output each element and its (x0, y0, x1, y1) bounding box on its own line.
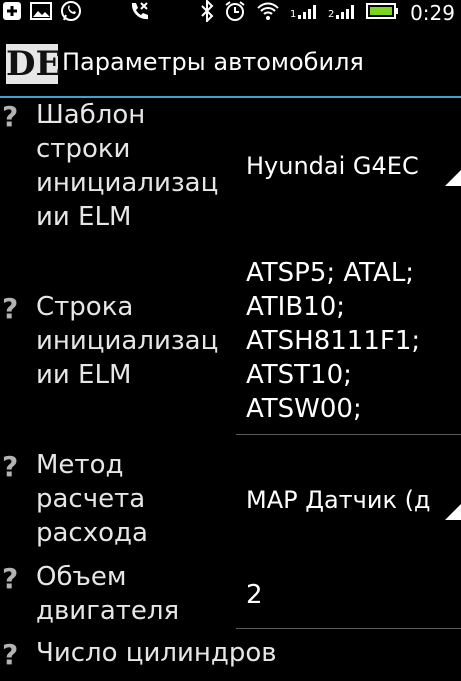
setting-label-engine-volume: Объем двигателя (36, 560, 241, 628)
label-line: Строка (36, 292, 134, 322)
page-title: Параметры автомобиля (62, 48, 364, 76)
setting-row-calc-method: ? Метод расчета расхода МАР Датчик (да (0, 448, 461, 558)
setting-row-engine-volume: ? Объем двигателя 2 (0, 560, 461, 632)
setting-label-calc-method: Метод расчета расхода (36, 448, 241, 550)
phone-icon (128, 0, 150, 26)
label-line: расчета (36, 484, 146, 514)
help-icon[interactable]: ? (2, 562, 26, 595)
setting-label-cylinders: Число цилиндров (36, 636, 456, 670)
plus-icon (2, 1, 22, 25)
help-icon[interactable]: ? (2, 450, 26, 483)
clock: 0:29 (410, 1, 455, 25)
status-bar: 1 2 0:29 (0, 0, 461, 26)
label-line: Шаблон (36, 100, 146, 130)
label-line: инициализац (36, 326, 219, 356)
init-string-input[interactable]: ATSP5; ATAL; ATIB10; ATSH8111F1; ATST10;… (246, 256, 420, 426)
label-line: расхода (36, 518, 148, 548)
app-logo[interactable]: DE (6, 44, 61, 84)
status-bar-right: 1 2 0:29 (200, 0, 455, 26)
action-bar: DE Параметры автомобиля (0, 32, 461, 96)
input-underline (236, 628, 461, 629)
image-icon (30, 1, 52, 25)
label-line: ии ELM (36, 360, 132, 390)
label-line: инициализац (36, 168, 219, 198)
calc-method-spinner[interactable]: МАР Датчик (да (246, 486, 430, 514)
input-line: ATSP5; ATAL; (246, 258, 415, 288)
engine-volume-input[interactable]: 2 (246, 580, 446, 610)
setting-row-init-string: ? Строка инициализац ии ELM ATSP5; ATAL;… (0, 256, 461, 436)
status-bar-left (2, 0, 150, 26)
label-line: Метод (36, 450, 124, 480)
input-line: ATSW00; (246, 394, 362, 424)
setting-row-cylinders: ? Число цилиндров (0, 636, 461, 681)
input-line: ATIB10; (246, 292, 345, 322)
setting-label-init-template: Шаблон строки инициализац ии ELM (36, 98, 241, 234)
wifi-icon (256, 1, 280, 25)
spinner-arrow-icon (445, 504, 461, 520)
help-icon[interactable]: ? (2, 638, 26, 671)
svg-text:2: 2 (328, 9, 334, 20)
help-icon[interactable]: ? (2, 100, 26, 133)
help-icon[interactable]: ? (2, 292, 26, 325)
svg-text:1: 1 (290, 9, 296, 20)
label-line: двигателя (36, 596, 180, 626)
label-line: Объем (36, 562, 127, 592)
spinner-arrow-icon (445, 170, 461, 186)
input-line: ATSH8111F1; (246, 326, 421, 356)
bluetooth-icon (200, 0, 214, 26)
setting-row-init-template: ? Шаблон строки инициализац ии ELM Hyund… (0, 98, 461, 240)
label-line: Число цилиндров (36, 638, 277, 668)
signal-2-icon: 2 (328, 1, 356, 25)
whatsapp-icon (60, 0, 82, 26)
init-template-spinner[interactable]: Hyundai G4EC (246, 152, 436, 180)
signal-1-icon: 1 (290, 1, 318, 25)
label-line: строки (36, 134, 131, 164)
input-underline (236, 434, 461, 435)
battery-icon (366, 1, 400, 25)
label-line: ии ELM (36, 202, 132, 232)
setting-label-init-string: Строка инициализац ии ELM (36, 290, 241, 392)
input-line: ATST10; (246, 360, 352, 390)
alarm-icon (224, 0, 246, 26)
